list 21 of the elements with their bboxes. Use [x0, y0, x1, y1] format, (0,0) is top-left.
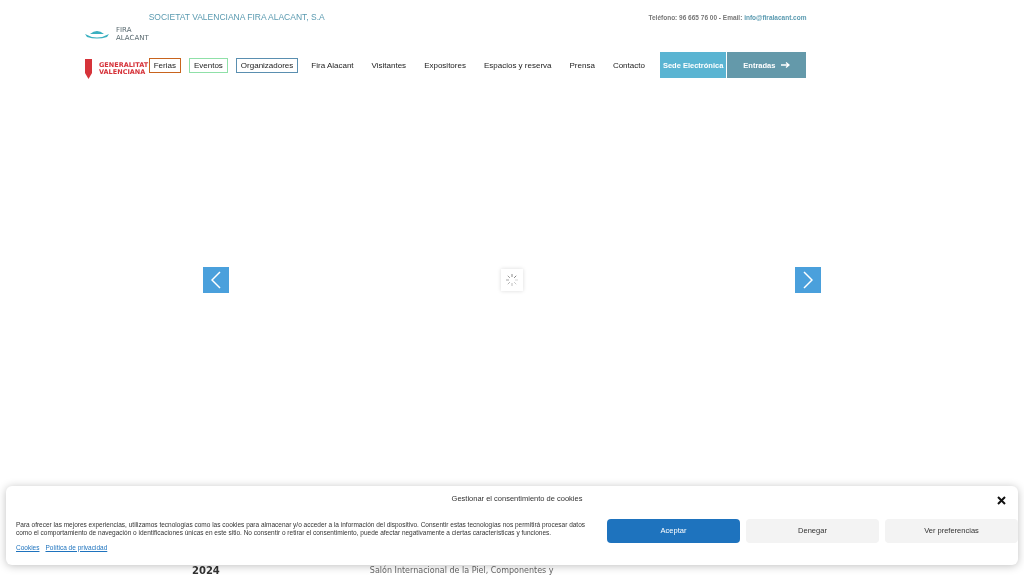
nav-link[interactable]: Visitantes — [366, 57, 412, 73]
loading-spinner-icon — [501, 269, 523, 291]
nav-link[interactable]: Contacto — [607, 57, 650, 73]
nav-link[interactable]: Organizadores — [235, 57, 299, 73]
nav-link[interactable]: Eventos — [188, 57, 228, 73]
next-slide-button[interactable] — [795, 267, 821, 293]
coat-of-arms-icon — [84, 58, 93, 80]
arrow-right-icon — [781, 62, 791, 68]
logo-icon — [84, 29, 110, 39]
close-icon[interactable] — [997, 496, 1006, 505]
nav-link[interactable]: Expositores — [419, 57, 471, 73]
year-heading: 2024 — [192, 566, 220, 576]
nav-link[interactable]: Espacios y reserva — [478, 57, 557, 73]
nav-link[interactable]: Prensa — [564, 57, 600, 73]
chevron-left-icon — [211, 271, 221, 289]
nav-link[interactable]: Ferias — [148, 57, 181, 73]
fair-title: Salón Internacional de la Piel, Componentes y — [369, 566, 554, 576]
company-name: SOCIETAT VALENCIANA FIRA ALACANT, S.A — [148, 12, 325, 22]
chevron-right-icon — [803, 271, 813, 289]
nav-link[interactable]: Fira Alacant — [306, 57, 359, 73]
previous-slide-button[interactable] — [203, 267, 229, 293]
